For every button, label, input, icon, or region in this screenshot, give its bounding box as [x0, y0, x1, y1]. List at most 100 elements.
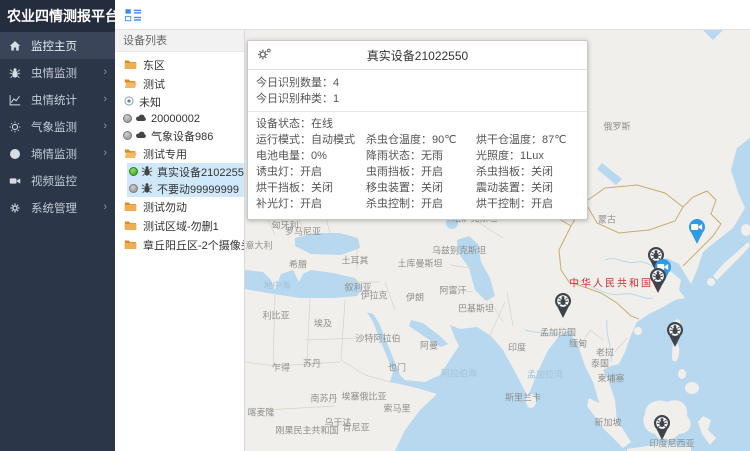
sidebar-item-system-management[interactable]: 系统管理›	[0, 194, 115, 221]
folder-closed-icon	[124, 220, 137, 231]
sun-icon	[8, 120, 22, 134]
insect-device-marker[interactable]	[651, 413, 673, 441]
cloud-icon	[135, 112, 148, 125]
popup-parameter-grid: 运行模式：自动模式杀虫仓温度：90℃烘干仓温度：87℃ 电池电量：0%降雨状态：无…	[248, 132, 587, 219]
chart-icon	[8, 93, 22, 107]
folder-label: 东区	[143, 57, 165, 73]
device-status-dot	[123, 114, 132, 123]
sidebar-item-insect-statistics[interactable]: 虫情统计›	[0, 86, 115, 113]
folder-label: 测试专用	[143, 146, 187, 162]
device-param: 降雨状态：无雨	[366, 148, 476, 164]
folder-label: 章丘阳丘区-2个摄像头	[143, 237, 244, 253]
folder-closed-icon	[124, 59, 137, 70]
app-window: 农业四情测报平台 监控主页虫情监测›虫情统计›气象监测›墒情监测›视频监控系统管…	[0, 0, 750, 451]
topbar	[115, 0, 750, 30]
device-status-dot	[129, 184, 138, 193]
device-status-dot	[123, 131, 132, 140]
folder-open-icon	[124, 148, 137, 159]
tree-folder[interactable]: 东区	[115, 55, 244, 74]
insect-device-marker[interactable]	[664, 320, 686, 348]
app-title: 农业四情测报平台	[0, 0, 115, 32]
cloud-icon	[135, 129, 148, 142]
sidebar-item-video-surveillance[interactable]: 视频监控	[0, 167, 115, 194]
sidebar-item-label: 系统管理	[31, 200, 103, 216]
device-param: 烘干挡板：关闭	[256, 180, 366, 196]
device-tree: 东区测试未知 20000002 气象设备986 测试专用真实设备21022550不要动…	[115, 52, 244, 254]
device-status-row: 设备状态：在线	[248, 112, 587, 132]
chevron-right-icon: ›	[103, 67, 107, 78]
chevron-right-icon: ›	[103, 148, 107, 159]
main-area: 设备列表 东区测试未知20000002气象设备986测试专用真实设备210225…	[115, 0, 750, 451]
tree-folder[interactable]: 测试勿动	[115, 197, 244, 216]
home-icon	[8, 39, 22, 53]
chevron-right-icon: ›	[103, 121, 107, 132]
tree-folder[interactable]: 章丘阳丘区-2个摄像头	[115, 235, 244, 254]
popup-stat-row: 今日识别数量：4	[256, 75, 579, 91]
tree-folder[interactable]: 测试	[115, 74, 244, 93]
folder-label: 测试勿动	[143, 199, 187, 215]
sidebar-item-label: 虫情统计	[31, 92, 103, 108]
popup-stats: 今日识别数量：4今日识别种类：1	[248, 70, 587, 112]
device-param: 虫雨挡板：开启	[366, 164, 476, 180]
sidebar-item-label: 气象监测	[31, 119, 103, 135]
device-panel: 设备列表 东区测试未知 20000002 气象设备986 测试专用真实设备210225…	[115, 30, 245, 451]
device-param: 杀虫控制：开启	[366, 196, 476, 212]
sidebar: 农业四情测报平台 监控主页虫情监测›虫情统计›气象监测›墒情监测›视频监控系统管…	[0, 0, 115, 451]
bug-icon	[141, 182, 154, 195]
folder-label: 测试	[143, 76, 165, 92]
sidebar-item-label: 墒情监测	[31, 146, 103, 162]
insect-device-marker[interactable]	[552, 291, 574, 319]
popup-header: 真实设备21022550	[248, 41, 587, 70]
folder-label: 测试区域-勿删1	[143, 218, 219, 234]
chevron-right-icon: ›	[103, 202, 107, 213]
camera-marker[interactable]	[686, 217, 708, 245]
tree-device[interactable]: 不要动99999999	[127, 180, 244, 197]
tree-folder[interactable]: 测试专用	[115, 144, 244, 163]
sidebar-item-soil-moisture-monitoring[interactable]: 墒情监测›	[0, 140, 115, 167]
device-param: 光照度：1Lux	[476, 148, 579, 164]
sidebar-item-home[interactable]: 监控主页	[0, 32, 115, 59]
tree-device[interactable]: 真实设备21022550	[127, 163, 244, 180]
target-icon	[123, 95, 136, 108]
device-param: 诱虫灯：开启	[256, 164, 366, 180]
device-param: 烘干控制：开启	[476, 196, 579, 212]
device-param: 补光灯：开启	[256, 196, 366, 212]
insect-device-marker[interactable]	[647, 266, 669, 294]
device-popup: 真实设备21022550 今日识别数量：4今日识别种类：1 设备状态：在线 运行…	[247, 40, 588, 220]
device-label: 气象设备986	[151, 128, 213, 144]
sidebar-item-insect-monitoring[interactable]: 虫情监测›	[0, 59, 115, 86]
device-param: 杀虫挡板：关闭	[476, 164, 579, 180]
folder-closed-icon	[124, 239, 137, 250]
tree-device[interactable]: 未知	[115, 93, 244, 110]
tree-folder[interactable]: 测试区域-勿删1	[115, 216, 244, 235]
globe-icon	[8, 147, 22, 161]
gear-icon	[8, 201, 22, 215]
sidebar-item-weather-monitoring[interactable]: 气象监测›	[0, 113, 115, 140]
map-canvas[interactable]: 俄罗斯蒙古中华人民共和国捷克乌克兰匈牙利罗马尼亚意大利希腊土耳其哈萨克斯坦乌兹别…	[245, 30, 750, 451]
device-param: 杀虫仓温度：90℃	[366, 132, 476, 148]
sidebar-item-label: 监控主页	[31, 38, 107, 54]
device-param: 烘干仓温度：87℃	[476, 132, 579, 148]
bug-icon	[141, 165, 154, 178]
popup-stat-row: 今日识别种类：1	[256, 91, 579, 107]
folder-open-icon	[124, 78, 137, 89]
tree-device[interactable]: 气象设备986	[115, 127, 244, 144]
content: 设备列表 东区测试未知20000002气象设备986测试专用真实设备210225…	[115, 30, 750, 451]
video-camera-icon	[8, 174, 22, 188]
device-param: 电池电量：0%	[256, 148, 366, 164]
device-param: 震动装置：关闭	[476, 180, 579, 196]
device-label: 真实设备21022550	[157, 164, 244, 180]
device-label: 20000002	[151, 113, 200, 125]
settings-gear-icon[interactable]	[257, 47, 272, 62]
chevron-right-icon: ›	[103, 94, 107, 105]
sidebar-menu: 监控主页虫情监测›虫情统计›气象监测›墒情监测›视频监控系统管理›	[0, 32, 115, 221]
device-label: 不要动99999999	[157, 181, 239, 197]
sidebar-item-label: 虫情监测	[31, 65, 103, 81]
bug-icon	[8, 66, 22, 80]
tree-device[interactable]: 20000002	[115, 110, 244, 127]
device-list-header: 设备列表	[115, 30, 244, 52]
device-label: 未知	[139, 94, 161, 110]
device-param: 运行模式：自动模式	[256, 132, 366, 148]
sidebar-item-label: 视频监控	[31, 173, 107, 189]
tree-view-icon[interactable]	[125, 8, 141, 22]
